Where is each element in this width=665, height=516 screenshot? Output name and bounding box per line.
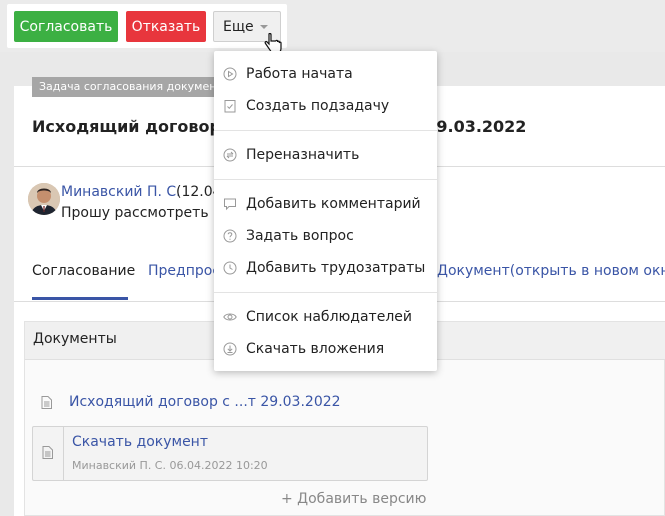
task-type-badge: Задача согласования документа	[32, 77, 232, 97]
chevron-down-icon	[260, 25, 268, 29]
reject-button[interactable]: Отказать	[126, 11, 206, 42]
menu-item-label: Список наблюдателей	[246, 309, 412, 325]
more-button-label: Еще	[223, 18, 254, 35]
person-avatar-icon	[28, 183, 60, 215]
action-toolbar: Согласовать Отказать Еще	[0, 0, 665, 54]
download-icon	[223, 342, 237, 356]
menu-divider	[214, 179, 437, 180]
menu-divider	[214, 130, 437, 131]
play-circle-icon	[223, 67, 237, 81]
tab-approval[interactable]: Согласование	[32, 263, 135, 279]
clock-icon	[223, 261, 237, 275]
menu-item-add-comment[interactable]: Добавить комментарий	[214, 190, 437, 218]
menu-item-download-attachments[interactable]: Скачать вложения	[214, 335, 437, 363]
comment-text: Прошу рассмотреть и	[61, 205, 223, 221]
menu-item-work-started[interactable]: Работа начата	[214, 60, 437, 88]
eye-icon	[223, 313, 237, 321]
more-actions-menu: Работа начата Создать подзадачу Переназн…	[214, 51, 437, 371]
menu-item-label: Добавить комментарий	[246, 196, 421, 212]
add-version-button[interactable]: + Добавить версию	[281, 491, 426, 507]
menu-item-label: Переназначить	[246, 147, 360, 163]
menu-item-label: Создать подзадачу	[246, 98, 390, 114]
document-file-link[interactable]: Исходящий договор с ...т 29.03.2022	[69, 394, 341, 410]
menu-item-watchers-list[interactable]: Список наблюдателей	[214, 303, 437, 331]
comment-icon	[224, 198, 236, 211]
menu-item-label: Скачать вложения	[246, 341, 385, 357]
menu-item-ask-question[interactable]: Задать вопрос	[214, 222, 437, 250]
approve-button[interactable]: Согласовать	[14, 11, 118, 42]
menu-item-label: Работа начата	[246, 66, 353, 82]
question-circle-icon	[223, 229, 237, 243]
menu-item-reassign[interactable]: Переназначить	[214, 141, 437, 169]
menu-item-create-subtask[interactable]: Создать подзадачу	[214, 92, 437, 120]
comment-author-link[interactable]: Минавский П. С.	[61, 184, 181, 200]
menu-item-label: Добавить трудозатраты	[246, 260, 426, 276]
download-document-link[interactable]: Скачать документ	[72, 434, 208, 450]
file-icon	[42, 446, 53, 459]
reassign-icon	[223, 148, 237, 162]
menu-divider	[214, 292, 437, 293]
menu-item-add-time[interactable]: Добавить трудозатраты	[214, 254, 437, 282]
menu-item-label: Задать вопрос	[246, 228, 354, 244]
version-divider	[63, 427, 64, 480]
documents-title: Документы	[33, 331, 117, 347]
version-meta: Минавский П. С. 06.04.2022 10:20	[72, 459, 268, 472]
avatar	[28, 183, 60, 215]
tab-document-new-window[interactable]: Документ(открыть в новом окне)	[437, 263, 665, 279]
file-icon	[41, 396, 52, 409]
checklist-icon	[224, 100, 236, 113]
active-tab-indicator	[32, 297, 128, 300]
